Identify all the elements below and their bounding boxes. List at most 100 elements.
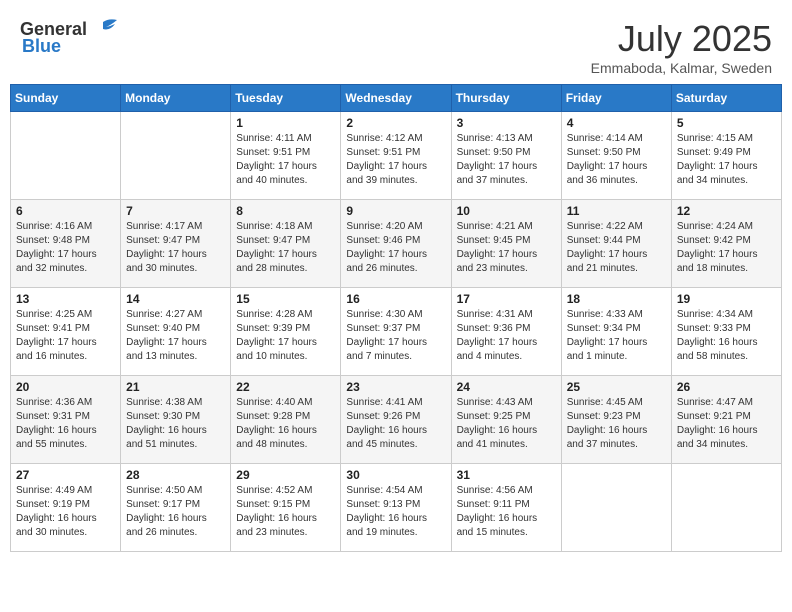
- day-number: 24: [457, 380, 556, 394]
- day-number: 10: [457, 204, 556, 218]
- calendar-cell: 9 Sunrise: 4:20 AMSunset: 9:46 PMDaylight…: [341, 200, 451, 288]
- day-number: 14: [126, 292, 225, 306]
- calendar-week-3: 13Sunrise: 4:25 AMSunset: 9:41 PMDayligh…: [11, 288, 782, 376]
- calendar-cell: 18 Sunrise: 4:33 AMSunset: 9:34 PMDayligh…: [561, 288, 671, 376]
- day-number: 18: [567, 292, 666, 306]
- calendar-header-friday: Friday: [561, 85, 671, 112]
- calendar-cell: 7 Sunrise: 4:17 AMSunset: 9:47 PMDaylight…: [121, 200, 231, 288]
- calendar-cell: [121, 112, 231, 200]
- calendar-cell: 21 Sunrise: 4:38 AMSunset: 9:30 PMDayligh…: [121, 376, 231, 464]
- calendar-cell: 15 Sunrise: 4:28 AMSunset: 9:39 PMDayligh…: [231, 288, 341, 376]
- day-info: Sunrise: 4:38 AMSunset: 9:30 PMDaylight:…: [126, 396, 225, 452]
- day-number: 7: [126, 204, 225, 218]
- day-info: Sunrise: 4:54 AMSunset: 9:13 PMDaylight:…: [346, 484, 445, 540]
- day-number: 4: [567, 116, 666, 130]
- day-info: Sunrise: 4:31 AMSunset: 9:36 PMDaylight:…: [457, 308, 556, 364]
- day-info: Sunrise: 4:21 AMSunset: 9:45 PMDaylight:…: [457, 220, 556, 276]
- day-info: Sunrise: 4:16 AMSunset: 9:48 PMDaylight:…: [16, 220, 115, 276]
- day-number: 31: [457, 468, 556, 482]
- calendar-cell: 12 Sunrise: 4:24 AMSunset: 9:42 PMDayligh…: [671, 200, 781, 288]
- day-number: 23: [346, 380, 445, 394]
- calendar-cell: 26 Sunrise: 4:47 AMSunset: 9:21 PMDayligh…: [671, 376, 781, 464]
- day-number: 12: [677, 204, 776, 218]
- calendar-cell: [11, 112, 121, 200]
- day-number: 30: [346, 468, 445, 482]
- calendar-cell: 5 Sunrise: 4:15 AMSunset: 9:49 PMDaylight…: [671, 112, 781, 200]
- calendar-header-row: SundayMondayTuesdayWednesdayThursdayFrid…: [11, 85, 782, 112]
- day-number: 3: [457, 116, 556, 130]
- day-info: Sunrise: 4:20 AMSunset: 9:46 PMDaylight:…: [346, 220, 445, 276]
- calendar-cell: 4 Sunrise: 4:14 AMSunset: 9:50 PMDaylight…: [561, 112, 671, 200]
- calendar-cell: 1Sunrise: 4:11 AMSunset: 9:51 PMDaylight…: [231, 112, 341, 200]
- calendar-cell: 16 Sunrise: 4:30 AMSunset: 9:37 PMDayligh…: [341, 288, 451, 376]
- calendar-cell: [671, 464, 781, 552]
- day-info: Sunrise: 4:41 AMSunset: 9:26 PMDaylight:…: [346, 396, 445, 452]
- calendar-cell: 27 Sunrise: 4:49 AMSunset: 9:19 PMDayligh…: [11, 464, 121, 552]
- day-number: 19: [677, 292, 776, 306]
- day-number: 20: [16, 380, 115, 394]
- day-info: Sunrise: 4:43 AMSunset: 9:25 PMDaylight:…: [457, 396, 556, 452]
- calendar-cell: 19Sunrise: 4:34 AMSunset: 9:33 PMDayligh…: [671, 288, 781, 376]
- day-info: Sunrise: 4:30 AMSunset: 9:37 PMDaylight:…: [346, 308, 445, 364]
- day-number: 26: [677, 380, 776, 394]
- calendar-cell: 29Sunrise: 4:52 AMSunset: 9:15 PMDayligh…: [231, 464, 341, 552]
- calendar-cell: 8 Sunrise: 4:18 AMSunset: 9:47 PMDaylight…: [231, 200, 341, 288]
- day-info: Sunrise: 4:56 AMSunset: 9:11 PMDaylight:…: [457, 484, 556, 540]
- day-number: 21: [126, 380, 225, 394]
- day-info: Sunrise: 4:15 AMSunset: 9:49 PMDaylight:…: [677, 132, 776, 188]
- day-info: Sunrise: 4:13 AMSunset: 9:50 PMDaylight:…: [457, 132, 556, 188]
- calendar-cell: 3 Sunrise: 4:13 AMSunset: 9:50 PMDaylight…: [451, 112, 561, 200]
- day-info: Sunrise: 4:47 AMSunset: 9:21 PMDaylight:…: [677, 396, 776, 452]
- logo-blue: Blue: [22, 36, 61, 57]
- calendar-cell: 17 Sunrise: 4:31 AMSunset: 9:36 PMDayligh…: [451, 288, 561, 376]
- calendar-header-sunday: Sunday: [11, 85, 121, 112]
- day-number: 8: [236, 204, 335, 218]
- day-info: Sunrise: 4:14 AMSunset: 9:50 PMDaylight:…: [567, 132, 666, 188]
- day-info: Sunrise: 4:28 AMSunset: 9:39 PMDaylight:…: [236, 308, 335, 364]
- calendar-cell: 20 Sunrise: 4:36 AMSunset: 9:31 PMDayligh…: [11, 376, 121, 464]
- calendar-week-4: 20 Sunrise: 4:36 AMSunset: 9:31 PMDayligh…: [11, 376, 782, 464]
- logo: GeneralBlue: [20, 18, 119, 57]
- day-number: 5: [677, 116, 776, 130]
- day-info: Sunrise: 4:40 AMSunset: 9:28 PMDaylight:…: [236, 396, 335, 452]
- calendar-cell: 28 Sunrise: 4:50 AMSunset: 9:17 PMDayligh…: [121, 464, 231, 552]
- logo-bird-icon: [87, 18, 119, 40]
- calendar-header-saturday: Saturday: [671, 85, 781, 112]
- page-header: GeneralBlueJuly 2025Emmaboda, Kalmar, Sw…: [10, 10, 782, 80]
- calendar-cell: 31 Sunrise: 4:56 AMSunset: 9:11 PMDayligh…: [451, 464, 561, 552]
- day-info: Sunrise: 4:50 AMSunset: 9:17 PMDaylight:…: [126, 484, 225, 540]
- calendar-cell: 23 Sunrise: 4:41 AMSunset: 9:26 PMDayligh…: [341, 376, 451, 464]
- calendar-header-tuesday: Tuesday: [231, 85, 341, 112]
- day-number: 15: [236, 292, 335, 306]
- day-number: 27: [16, 468, 115, 482]
- calendar-cell: 6Sunrise: 4:16 AMSunset: 9:48 PMDaylight…: [11, 200, 121, 288]
- day-info: Sunrise: 4:18 AMSunset: 9:47 PMDaylight:…: [236, 220, 335, 276]
- day-number: 22: [236, 380, 335, 394]
- day-number: 17: [457, 292, 556, 306]
- calendar-header-thursday: Thursday: [451, 85, 561, 112]
- day-info: Sunrise: 4:24 AMSunset: 9:42 PMDaylight:…: [677, 220, 776, 276]
- day-info: Sunrise: 4:12 AMSunset: 9:51 PMDaylight:…: [346, 132, 445, 188]
- month-title: July 2025: [591, 18, 772, 60]
- day-info: Sunrise: 4:49 AMSunset: 9:19 PMDaylight:…: [16, 484, 115, 540]
- calendar-cell: 11Sunrise: 4:22 AMSunset: 9:44 PMDayligh…: [561, 200, 671, 288]
- calendar-week-5: 27 Sunrise: 4:49 AMSunset: 9:19 PMDayligh…: [11, 464, 782, 552]
- calendar-cell: 25Sunrise: 4:45 AMSunset: 9:23 PMDayligh…: [561, 376, 671, 464]
- day-info: Sunrise: 4:36 AMSunset: 9:31 PMDaylight:…: [16, 396, 115, 452]
- day-info: Sunrise: 4:45 AMSunset: 9:23 PMDaylight:…: [567, 396, 666, 452]
- calendar-cell: 30 Sunrise: 4:54 AMSunset: 9:13 PMDayligh…: [341, 464, 451, 552]
- day-number: 9: [346, 204, 445, 218]
- day-number: 13: [16, 292, 115, 306]
- day-number: 16: [346, 292, 445, 306]
- calendar-cell: 10 Sunrise: 4:21 AMSunset: 9:45 PMDayligh…: [451, 200, 561, 288]
- calendar-week-1: 1Sunrise: 4:11 AMSunset: 9:51 PMDaylight…: [11, 112, 782, 200]
- calendar-header-monday: Monday: [121, 85, 231, 112]
- day-info: Sunrise: 4:17 AMSunset: 9:47 PMDaylight:…: [126, 220, 225, 276]
- calendar-cell: 2Sunrise: 4:12 AMSunset: 9:51 PMDaylight…: [341, 112, 451, 200]
- calendar-cell: 24 Sunrise: 4:43 AMSunset: 9:25 PMDayligh…: [451, 376, 561, 464]
- calendar-table: SundayMondayTuesdayWednesdayThursdayFrid…: [10, 84, 782, 552]
- day-number: 28: [126, 468, 225, 482]
- calendar-week-2: 6Sunrise: 4:16 AMSunset: 9:48 PMDaylight…: [11, 200, 782, 288]
- calendar-header-wednesday: Wednesday: [341, 85, 451, 112]
- day-info: Sunrise: 4:33 AMSunset: 9:34 PMDaylight:…: [567, 308, 666, 364]
